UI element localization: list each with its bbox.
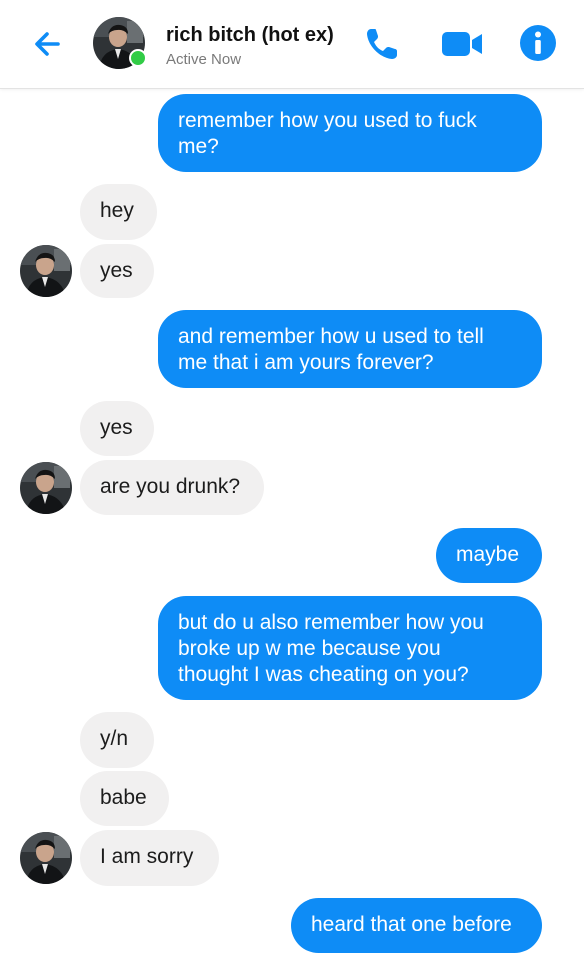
incoming-message-bubble: I am sorry [80, 830, 219, 886]
incoming-message-bubble: are you drunk? [80, 460, 264, 515]
back-arrow-icon[interactable] [28, 24, 68, 64]
incoming-message-bubble: babe [80, 771, 169, 826]
incoming-message-bubble: yes [80, 401, 154, 456]
online-indicator [129, 49, 147, 67]
outgoing-message-bubble: remember how you used to fuck me? [158, 94, 542, 172]
sender-avatar[interactable] [20, 245, 72, 297]
sender-avatar[interactable] [20, 832, 72, 884]
info-icon[interactable] [519, 24, 557, 62]
outgoing-message-bubble: heard that one before [291, 898, 542, 953]
active-status: Active Now [166, 51, 242, 68]
outgoing-message-bubble: maybe [436, 528, 542, 583]
contact-avatar[interactable] [93, 17, 147, 69]
video-camera-icon[interactable] [440, 28, 484, 60]
sender-avatar[interactable] [20, 462, 72, 514]
incoming-message-bubble: hey [80, 184, 157, 240]
outgoing-message-bubble: and remember how u used to tell me that … [158, 310, 542, 388]
phone-icon[interactable] [362, 24, 402, 64]
incoming-message-bubble: yes [80, 244, 154, 298]
conversation-header: rich bitch (hot ex) Active Now [0, 0, 584, 89]
outgoing-message-bubble: but do u also remember how you broke up … [158, 596, 542, 700]
incoming-message-bubble: y/n [80, 712, 154, 768]
contact-name[interactable]: rich bitch (hot ex) [166, 24, 334, 47]
